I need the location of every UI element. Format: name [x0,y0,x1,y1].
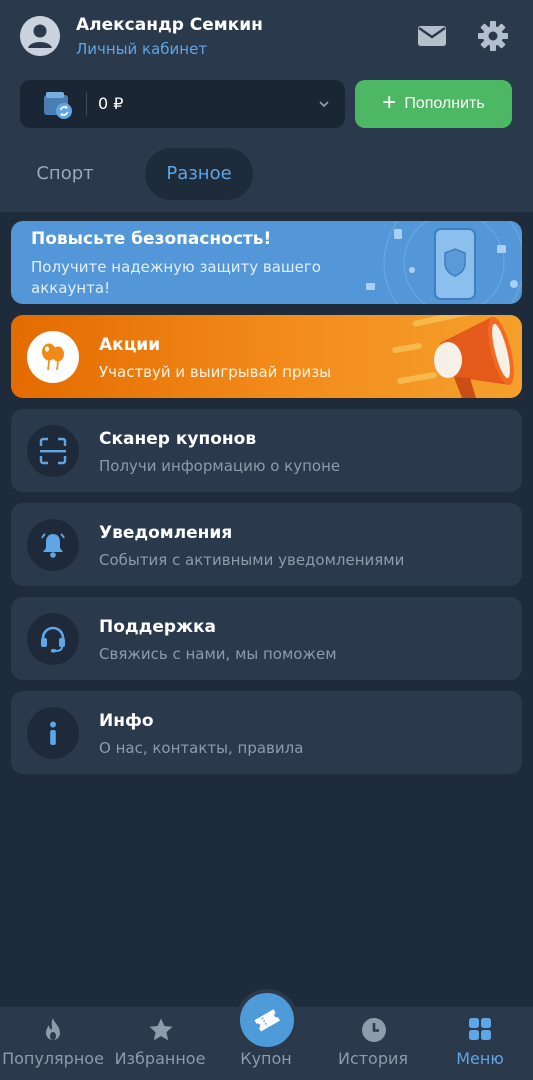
security-banner[interactable]: Повысьте безопасность! Получите надежную… [11,221,522,304]
menu-item-subtitle: О нас, контакты, правила [99,739,304,757]
plus-icon: + [382,88,397,116]
gear-icon[interactable] [477,20,509,52]
menu-item-notifications[interactable]: Уведомления События с активными уведомле… [11,503,522,586]
nav-label: Меню [456,1049,504,1068]
star-icon [149,1018,173,1041]
balance-value: 0 ₽ [98,94,124,113]
security-title: Повысьте безопасность! [31,229,272,249]
tab-sport[interactable]: Спорт [20,148,110,200]
topup-label: Пополнить [404,95,485,112]
phone-shield-illustration [366,221,522,304]
avatar-icon[interactable] [20,16,60,56]
info-icon [27,707,79,759]
menu-item-subtitle: Получи информацию о купоне [99,457,341,475]
menu-item-subtitle: Свяжись с нами, мы поможем [99,645,337,663]
menu-item-info[interactable]: Инфо О нас, контакты, правила [11,691,522,774]
menu-item-title: Сканер купонов [99,429,257,449]
menu-item-title: Поддержка [99,617,216,637]
grid-icon [469,1018,491,1040]
topup-button[interactable]: + Пополнить [355,80,512,128]
balloons-icon [27,331,79,383]
menu-item-title: Инфо [99,711,154,731]
fire-icon [46,1018,60,1040]
balance-selector[interactable]: 0 ₽ [20,80,345,128]
promo-subtitle: Участвуй и выигрывай призы [99,363,332,381]
nav-popular[interactable]: Популярное [0,1007,106,1080]
clock-icon [362,1018,386,1042]
user-name: Александр Семкин [76,15,263,35]
personal-account-link[interactable]: Личный кабинет [76,40,207,58]
promo-banner[interactable]: Акции Участвуй и выигрывай призы [11,315,522,398]
nav-label: Купон [240,1049,292,1068]
megaphone-illustration [392,315,514,398]
nav-menu[interactable]: Меню [427,1007,533,1080]
headset-icon [27,613,79,665]
nav-label: История [337,1049,409,1068]
nav-favorites[interactable]: Избранное [107,1007,213,1080]
balance-divider [86,92,87,116]
ticket-icon [254,1009,281,1032]
menu-item-coupon-scanner[interactable]: Сканер купонов Получи информацию о купон… [11,409,522,492]
scanner-icon [27,425,79,477]
menu-item-title: Уведомления [99,523,233,543]
bell-icon [27,519,79,571]
coupon-button[interactable] [236,989,298,1051]
wallet-icon [44,92,72,119]
menu-item-support[interactable]: Поддержка Свяжись с нами, мы поможем [11,597,522,680]
nav-history[interactable]: История [320,1007,426,1080]
security-text: Получите надежную защиту вашего аккаунта… [31,258,321,297]
chevron-down-icon [319,101,329,108]
promo-title: Акции [99,335,161,355]
mail-icon[interactable] [416,20,448,52]
menu-item-subtitle: События с активными уведомлениями [99,551,405,569]
nav-label: Популярное [2,1049,104,1068]
nav-label: Избранное [114,1049,206,1068]
tab-misc[interactable]: Разное [145,148,253,200]
